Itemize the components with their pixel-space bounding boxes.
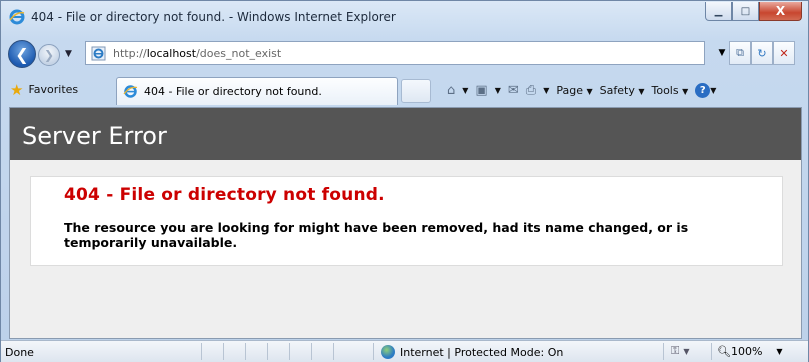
ie-page-icon [91, 46, 106, 61]
address-buttons: ▼ ⧉ ↻ ✕ [715, 41, 795, 65]
status-divider [245, 343, 246, 360]
chevron-down-icon: ▼ [682, 86, 689, 96]
chevron-down-icon: ▼ [710, 85, 717, 95]
favorites-button[interactable]: ★ Favorites [6, 78, 84, 101]
zoom-button[interactable]: 🔍︎100% ▼ [717, 345, 783, 358]
print-dropdown[interactable]: ▼ [543, 86, 549, 95]
title-bar: 404 - File or directory not found. - Win… [1, 1, 808, 33]
status-divider [267, 343, 268, 360]
error-box: 404 - File or directory not found. The r… [30, 176, 783, 266]
chevron-down-icon: ▼ [683, 346, 690, 356]
star-icon: ★ [10, 80, 24, 99]
chevron-down-icon: ▼ [718, 48, 726, 58]
refresh-icon: ↻ [757, 46, 767, 60]
address-url[interactable]: http://localhost/does_not_exist [113, 47, 281, 60]
page-header: Server Error [10, 108, 801, 160]
maximize-button[interactable]: □ [732, 2, 759, 21]
chevron-down-icon: ▼ [776, 347, 783, 356]
globe-icon [381, 345, 395, 359]
lock-icon: ⚿ [671, 344, 680, 357]
status-divider [201, 343, 202, 360]
protected-mode-button[interactable]: ⚿ ▼ [671, 344, 690, 358]
safety-menu-label: Safety [599, 83, 635, 97]
browser-window: 404 - File or directory not found. - Win… [0, 0, 809, 362]
help-menu[interactable]: ? ▼ [695, 82, 717, 98]
compatibility-icon: ⧉ [736, 46, 744, 59]
zoom-label: 🔍︎100% [717, 345, 762, 358]
status-text: Done [5, 346, 34, 359]
zone-label: Internet | Protected Mode: On [400, 345, 564, 359]
new-tab-button[interactable] [401, 79, 431, 103]
recent-pages-dropdown[interactable]: ▼ [65, 49, 72, 59]
minimize-button[interactable]: ▁ [705, 2, 732, 21]
chevron-down-icon: ▼ [586, 86, 593, 96]
zoom-value: 100% [730, 345, 763, 358]
page-content: Server Error 404 - File or directory not… [9, 107, 802, 339]
window-title: 404 - File or directory not found. - Win… [31, 10, 396, 24]
back-arrow-icon: ❮ [15, 44, 29, 64]
status-divider [373, 343, 374, 360]
status-divider [311, 343, 312, 360]
url-prefix: http:// [113, 47, 147, 60]
stop-button[interactable]: ✕ [773, 41, 795, 65]
magnifier-icon: 🔍︎ [717, 345, 731, 358]
tab-current-page[interactable]: 404 - File or directory not found. [116, 77, 398, 105]
compatibility-view-button[interactable]: ⧉ [729, 41, 751, 65]
close-button[interactable]: X [759, 2, 802, 21]
tools-menu[interactable]: Tools ▼ [651, 84, 688, 97]
forward-button[interactable]: ❯ [38, 44, 60, 66]
ie-tab-icon [123, 85, 138, 98]
maximize-icon: □ [740, 5, 751, 17]
url-host: localhost [146, 47, 197, 60]
status-divider [289, 343, 290, 360]
status-divider [223, 343, 224, 360]
status-bar: Done Internet | Protected Mode: On ⚿ ▼ 🔍︎… [1, 340, 808, 362]
home-dropdown[interactable]: ▼ [462, 86, 468, 95]
error-title: 404 - File or directory not found. [64, 185, 385, 205]
refresh-button[interactable]: ↻ [751, 41, 773, 65]
status-divider [333, 343, 334, 360]
favorites-label: Favorites [28, 83, 79, 96]
stop-icon: ✕ [779, 46, 789, 60]
safety-menu[interactable]: Safety ▼ [600, 84, 645, 97]
page-menu[interactable]: Page ▼ [556, 84, 592, 97]
feeds-icon[interactable]: ▣ [475, 83, 487, 98]
navigation-bar: ❮ ❯ ▼ http://localhost/does_not_exist ▼ … [1, 34, 808, 74]
chevron-down-icon: ▼ [638, 86, 645, 96]
caption-buttons: ▁ □ X [705, 2, 802, 22]
close-icon: X [775, 4, 786, 18]
url-path: /does_not_exist [196, 47, 282, 60]
minimize-icon: ▁ [714, 5, 723, 17]
error-message: The resource you are looking for might h… [64, 220, 689, 250]
command-bar: ⌂ ▼ ▣ ▼ ✉ ⎙ ▼ Page ▼ Safety ▼ Tools ▼ ? ▼ [447, 79, 716, 101]
status-divider [663, 343, 664, 360]
page-menu-label: Page [556, 83, 583, 97]
address-bar[interactable]: http://localhost/does_not_exist [85, 41, 705, 65]
help-icon: ? [695, 82, 711, 98]
feeds-dropdown[interactable]: ▼ [495, 86, 501, 95]
print-icon[interactable]: ⎙ [526, 83, 536, 98]
security-zone[interactable]: Internet | Protected Mode: On [381, 345, 563, 359]
mail-icon[interactable]: ✉ [508, 83, 519, 98]
address-dropdown-button[interactable]: ▼ [715, 41, 729, 65]
status-divider [711, 343, 712, 360]
tab-command-bar: ★ Favorites 404 - File or directory not … [1, 75, 808, 105]
page-title: Server Error [22, 122, 167, 150]
forward-arrow-icon: ❯ [43, 48, 55, 62]
home-icon[interactable]: ⌂ [447, 83, 455, 98]
ie-logo-icon [9, 9, 25, 25]
tab-label: 404 - File or directory not found. [144, 85, 322, 98]
tools-menu-label: Tools [651, 83, 679, 97]
back-button[interactable]: ❮ [8, 40, 36, 68]
